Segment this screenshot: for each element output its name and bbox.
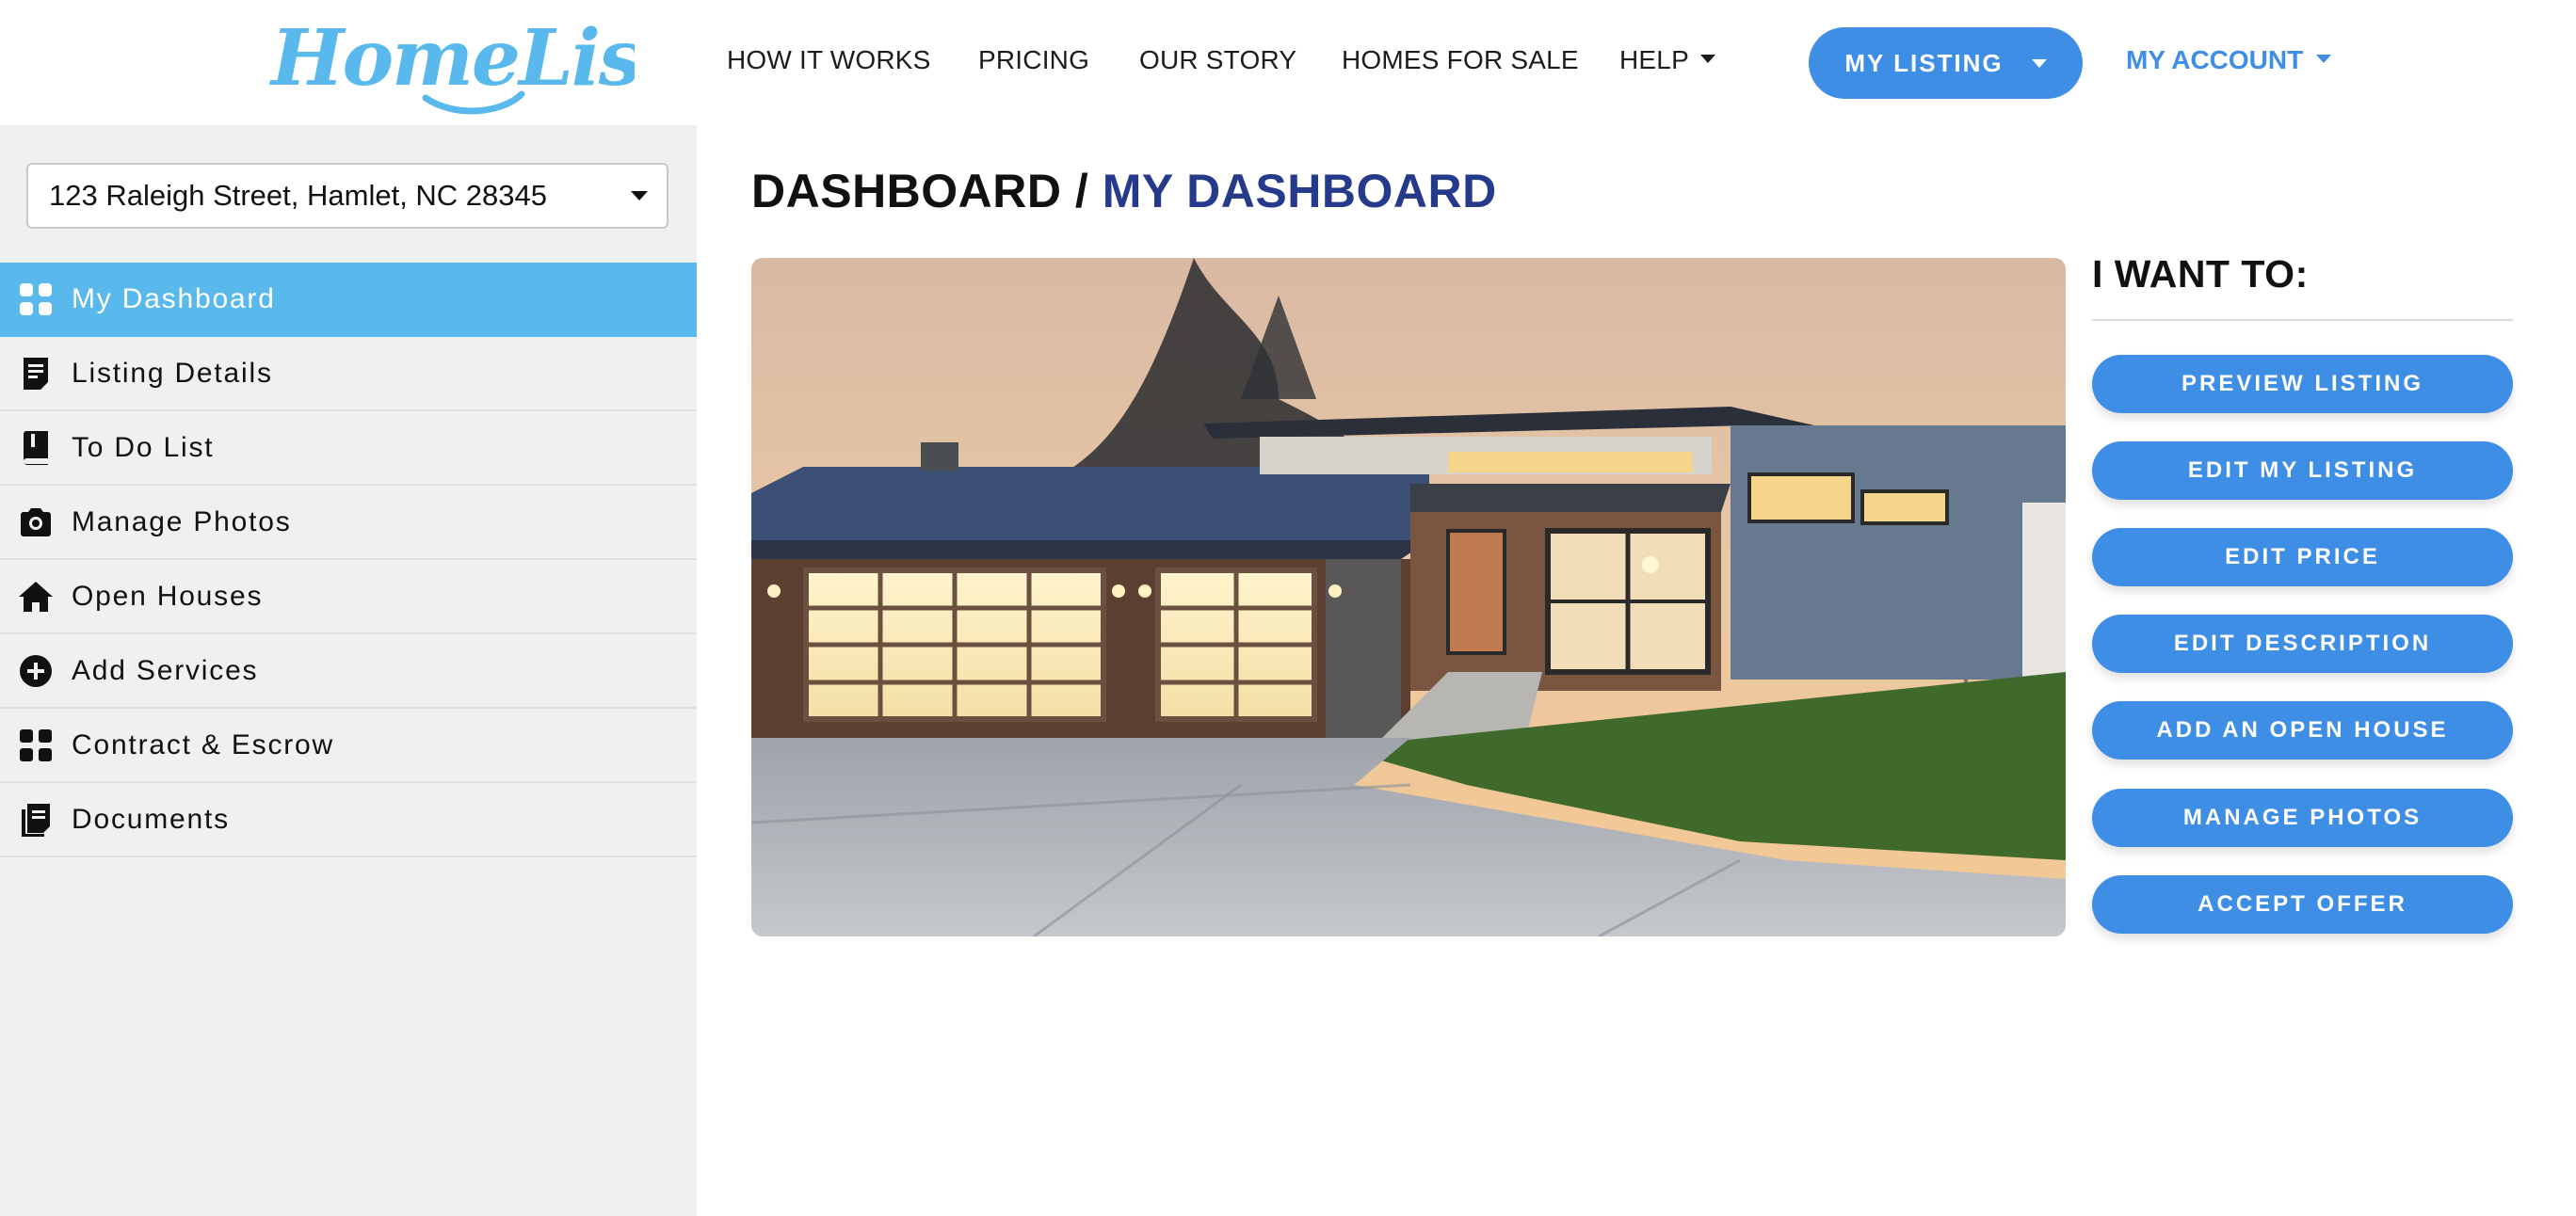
nav-how-it-works[interactable]: HOW IT WORKS xyxy=(727,43,931,77)
sidebar-menu: My Dashboard Listing Details To Do List … xyxy=(0,263,697,857)
sidebar-item-manage-photos[interactable]: Manage Photos xyxy=(0,486,697,560)
home-icon xyxy=(17,578,55,616)
preview-listing-button[interactable]: PREVIEW LISTING xyxy=(2092,355,2513,413)
sidebar-item-label: To Do List xyxy=(72,431,215,463)
homelister-logo[interactable]: HomeLister xyxy=(267,8,769,117)
my-listing-button[interactable]: MY LISTING xyxy=(1809,27,2083,99)
divider xyxy=(2092,319,2513,321)
nav-homes-for-sale-label: HOMES FOR SALE xyxy=(1342,45,1579,74)
sidebar-item-label: Add Services xyxy=(72,654,259,686)
nav-help[interactable]: HELP xyxy=(1619,43,1715,77)
sidebar: 123 Raleigh Street, Hamlet, NC 28345 My … xyxy=(0,125,697,1216)
sidebar-item-add-services[interactable]: Add Services xyxy=(0,634,697,709)
document-icon xyxy=(17,355,55,392)
sidebar-item-listing-details[interactable]: Listing Details xyxy=(0,337,697,411)
nav-homes-for-sale[interactable]: HOMES FOR SALE xyxy=(1342,43,1579,77)
add-open-house-button[interactable]: ADD AN OPEN HOUSE xyxy=(2092,701,2513,760)
sidebar-item-to-do-list[interactable]: To Do List xyxy=(0,411,697,486)
breadcrumb-current: MY DASHBOARD xyxy=(1102,165,1497,217)
property-address-select[interactable]: 123 Raleigh Street, Hamlet, NC 28345 xyxy=(26,163,668,229)
nav-how-it-works-label: HOW IT WORKS xyxy=(727,45,931,74)
svg-text:HomeLister: HomeLister xyxy=(269,13,635,104)
breadcrumb: DASHBOARD / MY DASHBOARD xyxy=(751,164,1497,218)
sidebar-item-label: Open Houses xyxy=(72,580,264,612)
chevron-down-icon xyxy=(1699,55,1715,64)
manage-photos-button[interactable]: MANAGE PHOTOS xyxy=(2092,789,2513,847)
my-account-menu[interactable]: MY ACCOUNT xyxy=(2126,43,2332,77)
nav-our-story[interactable]: OUR STORY xyxy=(1139,43,1296,77)
breadcrumb-root[interactable]: DASHBOARD / xyxy=(751,165,1103,217)
book-icon xyxy=(17,429,55,467)
plus-circle-icon xyxy=(17,652,55,690)
nav-our-story-label: OUR STORY xyxy=(1139,45,1297,74)
edit-description-button[interactable]: EDIT DESCRIPTION xyxy=(2092,615,2513,673)
accept-offer-button[interactable]: ACCEPT OFFER xyxy=(2092,875,2513,934)
sidebar-item-open-houses[interactable]: Open Houses xyxy=(0,560,697,634)
my-listing-label: MY LISTING xyxy=(1844,48,2004,77)
grid-icon xyxy=(17,727,55,764)
listing-hero-photo xyxy=(751,258,2066,936)
sidebar-item-label: Documents xyxy=(72,803,230,835)
chevron-down-icon xyxy=(2316,55,2332,64)
sidebar-item-label: Manage Photos xyxy=(72,505,292,537)
nav-help-label: HELP xyxy=(1619,45,1689,74)
nav-pricing-label: PRICING xyxy=(978,45,1090,74)
chevron-down-icon xyxy=(2031,58,2047,68)
documents-icon xyxy=(17,801,55,839)
sidebar-item-label: My Dashboard xyxy=(72,282,276,314)
camera-icon xyxy=(17,504,55,541)
chevron-down-icon xyxy=(631,191,648,200)
sidebar-item-contract-escrow[interactable]: Contract & Escrow xyxy=(0,709,697,783)
sidebar-item-label: Contract & Escrow xyxy=(72,728,335,760)
selected-address: 123 Raleigh Street, Hamlet, NC 28345 xyxy=(49,179,548,212)
sidebar-item-my-dashboard[interactable]: My Dashboard xyxy=(0,263,697,337)
site-header: HomeLister HOW IT WORKS PRICING OUR STOR… xyxy=(0,0,2576,125)
sidebar-item-documents[interactable]: Documents xyxy=(0,783,697,857)
edit-price-button[interactable]: EDIT PRICE xyxy=(2092,528,2513,586)
sidebar-item-label: Listing Details xyxy=(72,357,273,389)
edit-my-listing-button[interactable]: EDIT MY LISTING xyxy=(2092,441,2513,500)
grid-icon xyxy=(17,280,55,318)
nav-pricing[interactable]: PRICING xyxy=(978,43,1089,77)
i-want-to-heading: I WANT TO: xyxy=(2092,252,2309,296)
my-account-label: MY ACCOUNT xyxy=(2126,45,2304,74)
